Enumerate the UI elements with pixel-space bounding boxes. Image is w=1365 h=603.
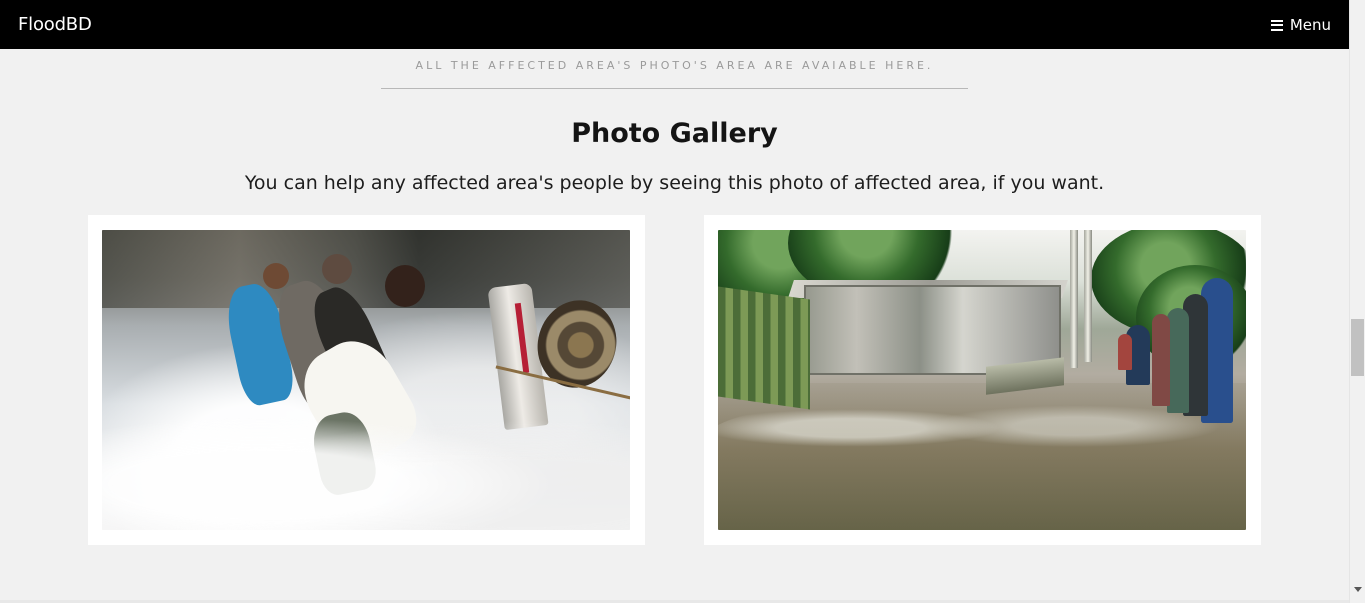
- scroll-down-icon[interactable]: [1354, 587, 1362, 592]
- standing-person: [1152, 314, 1170, 406]
- utility-pole: [1070, 230, 1078, 368]
- hamburger-icon: [1270, 19, 1283, 31]
- gallery-description: You can help any affected area's people …: [244, 172, 1105, 194]
- vertical-scrollbar[interactable]: [1349, 0, 1365, 603]
- gallery-kicker: ALL THE AFFECTED AREA'S PHOTO'S AREA ARE…: [415, 59, 934, 72]
- top-navigation-bar: FloodBD Menu: [0, 0, 1349, 49]
- menu-label: Menu: [1289, 16, 1331, 34]
- gallery-card-flooded-village[interactable]: [704, 215, 1261, 545]
- brand-link[interactable]: FloodBD: [18, 14, 92, 36]
- hamburger-icon-line-middle: [1270, 24, 1283, 26]
- flood-photo-gallery-page: FloodBD Menu ALL THE AFFECTED AREA'S PHO…: [0, 0, 1365, 603]
- rescuer-head: [385, 265, 425, 307]
- flood-rescue-photo[interactable]: [102, 230, 630, 530]
- rescuer-head: [322, 254, 352, 284]
- gallery-card-flood-rescue[interactable]: [88, 215, 645, 545]
- page-title: Photo Gallery: [571, 118, 778, 150]
- standing-person: [1118, 334, 1132, 370]
- hamburger-icon-line-top: [1270, 19, 1283, 22]
- standing-person: [1167, 308, 1189, 413]
- utility-pole: [1084, 230, 1092, 362]
- flooded-village-photo[interactable]: [718, 230, 1246, 530]
- rescuer-head: [263, 263, 289, 289]
- section-divider: [381, 88, 968, 89]
- hamburger-icon-line-bottom: [1270, 28, 1283, 31]
- menu-button[interactable]: Menu: [1270, 15, 1331, 35]
- vertical-scrollbar-thumb[interactable]: [1351, 319, 1364, 376]
- green-tin-wall: [718, 286, 810, 410]
- rescuer-figure: [308, 408, 380, 498]
